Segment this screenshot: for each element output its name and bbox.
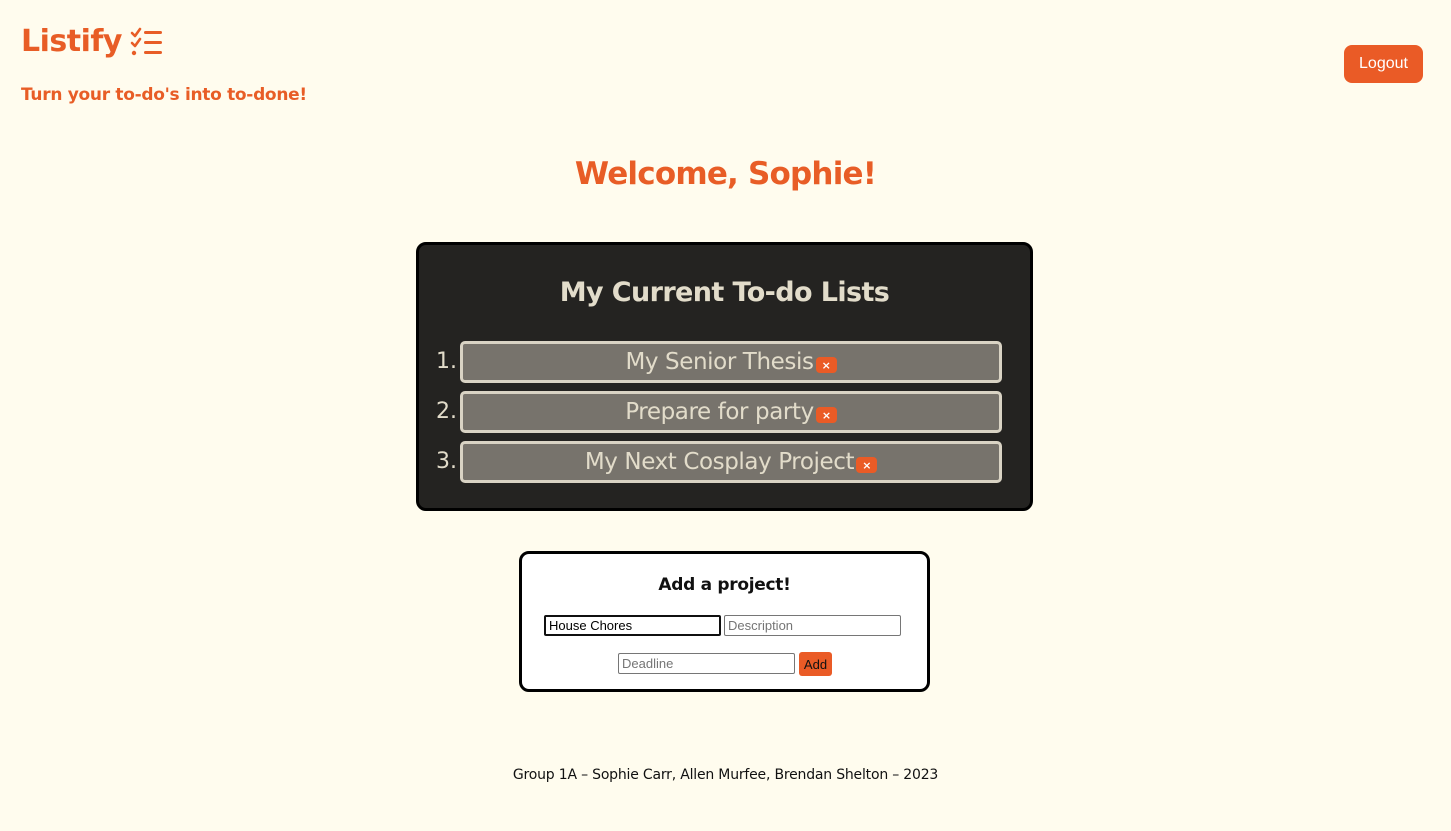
add-project-title: Add a project! — [658, 575, 791, 595]
project-name-input[interactable] — [544, 615, 721, 636]
project-deadline-input[interactable] — [618, 653, 795, 674]
logout-button[interactable]: Logout — [1344, 45, 1423, 83]
list-item-row: 2. Prepare for party × — [419, 391, 1030, 433]
tagline: Turn your to-do's into to-done! — [21, 85, 307, 105]
list-item-prepare-for-party[interactable]: Prepare for party × — [460, 391, 1002, 433]
brand-logo: Listify — [21, 22, 163, 62]
close-icon: × — [821, 358, 831, 372]
app-name: Listify — [21, 24, 123, 59]
add-project-button[interactable]: Add — [799, 652, 832, 676]
checklist-icon — [129, 27, 163, 57]
delete-list-button[interactable]: × — [856, 457, 878, 473]
close-icon: × — [862, 458, 872, 472]
todo-lists-panel: My Current To-do Lists 1. My Senior Thes… — [416, 242, 1033, 511]
list-item-number: 1. — [436, 349, 457, 374]
project-description-input[interactable] — [724, 615, 901, 636]
delete-list-button[interactable]: × — [815, 407, 837, 423]
list-item-my-next-cosplay-project[interactable]: My Next Cosplay Project × — [460, 441, 1002, 483]
list-item-number: 2. — [436, 399, 457, 424]
list-item-name: My Next Cosplay Project — [584, 449, 855, 475]
list-item-name: Prepare for party — [625, 399, 814, 425]
list-item-my-senior-thesis[interactable]: My Senior Thesis × — [460, 341, 1002, 383]
close-icon: × — [821, 408, 831, 422]
list-item-name: My Senior Thesis — [625, 349, 814, 375]
list-item-number: 3. — [436, 449, 457, 474]
todo-lists-title: My Current To-do Lists — [559, 277, 890, 308]
add-project-panel: Add a project! Add — [519, 551, 930, 692]
list-item-row: 3. My Next Cosplay Project × — [419, 441, 1030, 483]
welcome-heading: Welcome, Sophie! — [574, 156, 877, 192]
list-item-row: 1. My Senior Thesis × — [419, 341, 1030, 383]
footer-credits: Group 1A – Sophie Carr, Allen Murfee, Br… — [512, 767, 939, 783]
delete-list-button[interactable]: × — [815, 357, 837, 373]
